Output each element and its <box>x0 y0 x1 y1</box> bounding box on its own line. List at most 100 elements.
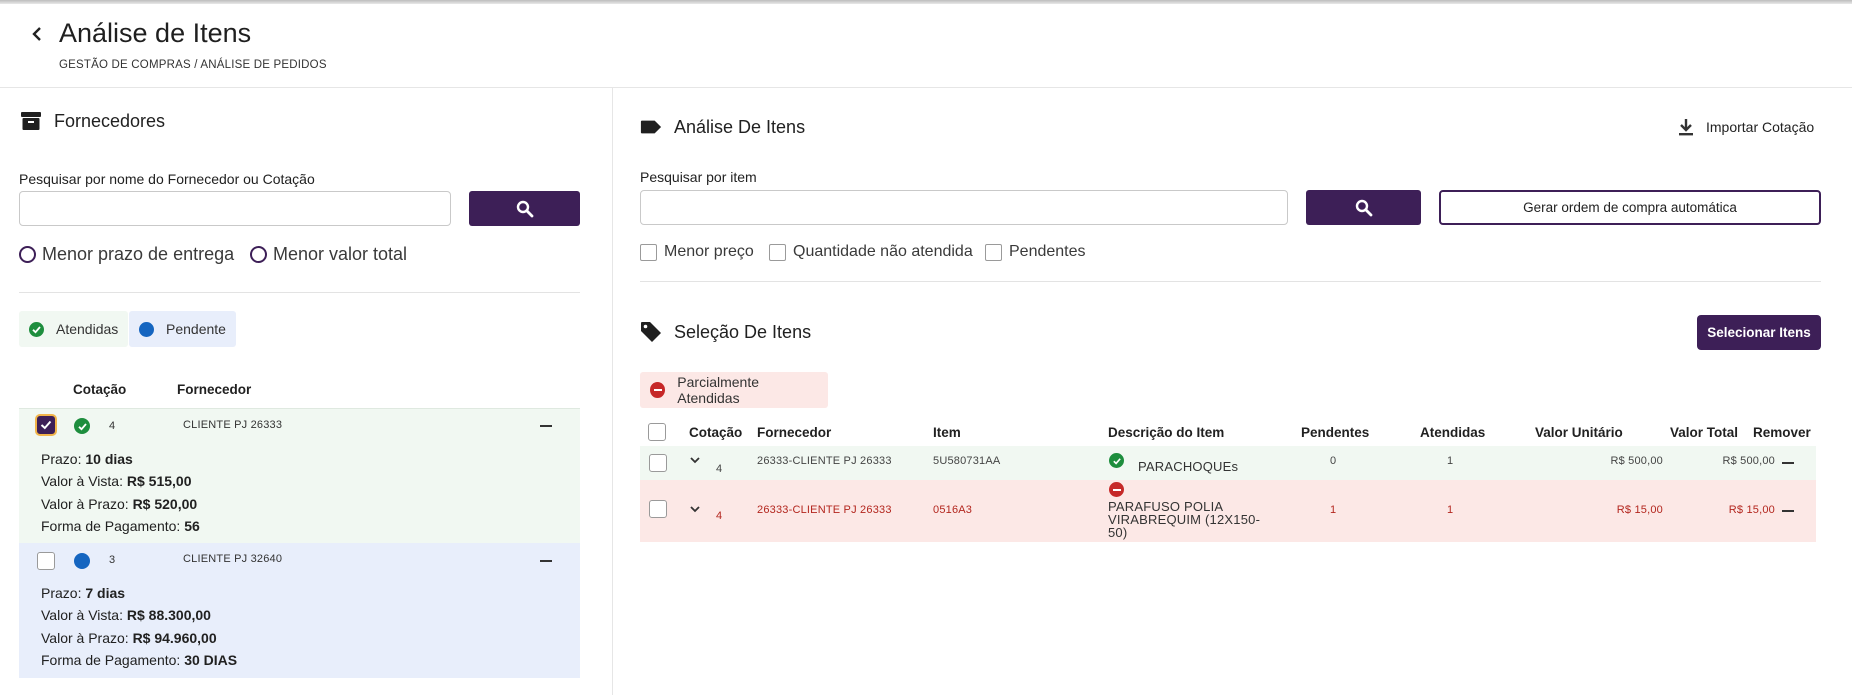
download-icon <box>1679 119 1693 136</box>
supplier-search-label: Pesquisar por nome do Fornecedor ou Cota… <box>19 171 315 187</box>
filter-label: Pendentes <box>1009 243 1086 260</box>
import-quote-label: Importar Cotação <box>1706 119 1815 135</box>
col-header-quote: Cotação <box>73 382 127 397</box>
pending-dot-icon <box>74 553 90 569</box>
radio-circle[interactable] <box>19 246 36 263</box>
left-divider <box>19 292 580 293</box>
remove-row-icon[interactable] <box>1782 462 1794 464</box>
th-total-value: Valor Total <box>1670 425 1739 440</box>
card-quote: 3 <box>109 554 116 566</box>
suppliers-title: Fornecedores <box>54 110 166 131</box>
card-prazo: Prazo: 7 dias <box>41 585 125 601</box>
checkbox[interactable] <box>769 243 786 261</box>
item-search-button[interactable] <box>1306 190 1421 225</box>
aprazo-label: Valor à Prazo: <box>41 630 129 646</box>
chip-pending[interactable]: Pendente <box>129 311 236 347</box>
checkbox[interactable] <box>640 243 657 261</box>
aprazo-value: R$ 94.960,00 <box>132 630 217 646</box>
pending-dot-icon <box>139 321 154 337</box>
cell-unit-value: R$ 500,00 <box>1610 455 1663 467</box>
minus-circle-icon <box>1109 482 1124 497</box>
filter-label: Menor preço <box>664 243 754 260</box>
radio-shortest-delivery[interactable]: Menor prazo de entrega <box>19 244 234 265</box>
expand-chevron-icon[interactable] <box>689 503 703 517</box>
cell-total-value: R$ 500,00 <box>1722 455 1775 467</box>
th-unit-value: Valor Unitário <box>1535 425 1623 440</box>
radio-circle[interactable] <box>250 246 267 263</box>
chevron-left-icon <box>32 27 41 41</box>
radio-label: Menor prazo de entrega <box>42 244 235 264</box>
suppliers-section-header: Fornecedores <box>20 110 165 132</box>
back-button[interactable] <box>30 24 50 48</box>
collapse-minus-icon[interactable] <box>540 425 552 427</box>
th-quote: Cotação <box>689 425 743 440</box>
row-checkbox[interactable] <box>649 500 667 518</box>
chip-partially-attended[interactable]: Parcialmente Atendidas <box>640 372 828 408</box>
prazo-value: 7 dias <box>85 585 126 601</box>
import-quote-button[interactable]: Importar Cotação <box>1678 118 1814 136</box>
cell-pending: 1 <box>1330 504 1337 516</box>
supplier-card[interactable]: 3 CLIENTE PJ 32640 Prazo: 7 dias Valor à… <box>19 543 580 678</box>
vista-label: Valor à Vista: <box>41 473 123 489</box>
card-aprazo: Valor à Prazo: R$ 94.960,00 <box>41 630 217 646</box>
cell-supplier: 26333-CLIENTE PJ 26333 <box>757 455 892 467</box>
check-circle-icon <box>1109 453 1124 468</box>
card-pagamento: Forma de Pagamento: 30 DIAS <box>41 652 237 668</box>
chip-pending-label: Pendente <box>166 321 226 337</box>
vista-value: R$ 88.300,00 <box>126 607 211 623</box>
cell-unit-value: R$ 15,00 <box>1616 504 1663 516</box>
cell-attended: 1 <box>1447 455 1454 467</box>
cell-pending: 0 <box>1330 455 1337 467</box>
remove-row-icon[interactable] <box>1782 510 1794 512</box>
checkmark-icon <box>40 420 52 430</box>
check-circle-icon <box>74 418 90 434</box>
supplier-search-button[interactable] <box>469 191 580 226</box>
cell-quote: 4 <box>716 463 723 475</box>
table-row[interactable]: 4 26333-CLIENTE PJ 26333 0516A3 PARAFUSO… <box>640 480 1816 542</box>
check-circle-icon <box>29 321 44 337</box>
supplier-card-checkbox[interactable] <box>37 416 55 434</box>
card-vista: Valor à Vista: R$ 88.300,00 <box>41 607 211 623</box>
right-divider <box>640 281 1821 282</box>
th-attended: Atendidas <box>1420 425 1486 440</box>
item-search-label: Pesquisar por item <box>640 169 757 185</box>
pag-value: 56 <box>184 518 200 534</box>
select-items-button[interactable]: Selecionar Itens <box>1697 315 1821 350</box>
row-checkbox[interactable] <box>649 454 667 472</box>
tag-icon <box>640 321 662 343</box>
filter-lowest-price[interactable]: Menor preço <box>640 243 754 261</box>
chip-partial-label: Parcialmente Atendidas <box>677 374 759 406</box>
card-vista: Valor à Vista: R$ 515,00 <box>41 473 191 489</box>
aprazo-value: R$ 520,00 <box>132 496 198 512</box>
card-aprazo: Valor à Prazo: R$ 520,00 <box>41 496 197 512</box>
search-icon <box>1355 199 1372 216</box>
prazo-label: Prazo: <box>41 585 82 601</box>
cell-item: 5U580731AA <box>933 455 1001 467</box>
table-row[interactable]: 4 26333-CLIENTE PJ 26333 5U580731AA PARA… <box>640 446 1816 480</box>
item-search-input[interactable] <box>640 190 1288 225</box>
archive-icon <box>20 110 42 132</box>
radio-label: Menor valor total <box>273 244 408 264</box>
filter-pending[interactable]: Pendentes <box>985 243 1086 261</box>
supplier-card-checkbox[interactable] <box>37 552 55 570</box>
select-all-checkbox[interactable] <box>648 423 666 441</box>
supplier-search-input[interactable] <box>19 191 451 226</box>
cell-item: 0516A3 <box>933 504 973 516</box>
label-tag-icon <box>640 116 662 138</box>
cell-supplier: 26333-CLIENTE PJ 26333 <box>757 504 892 516</box>
col-header-supplier: Fornecedor <box>177 382 252 397</box>
pag-label: Forma de Pagamento: <box>41 518 181 534</box>
chip-attended[interactable]: Atendidas <box>19 311 129 347</box>
expand-chevron-icon[interactable] <box>689 454 703 468</box>
th-pending: Pendentes <box>1301 425 1370 440</box>
checkbox[interactable] <box>985 243 1002 261</box>
cell-description: PARAFUSO POLIA VIRABREQUIM (12X150-50) <box>1108 499 1261 540</box>
breadcrumb: GESTÃO DE COMPRAS / ANÁLISE DE PEDIDOS <box>59 59 327 71</box>
collapse-minus-icon[interactable] <box>540 560 552 562</box>
supplier-card[interactable]: 4 CLIENTE PJ 26333 Prazo: 10 dias Valor … <box>19 408 580 543</box>
radio-lowest-total[interactable]: Menor valor total <box>250 244 407 265</box>
vista-label: Valor à Vista: <box>41 607 123 623</box>
card-prazo: Prazo: 10 dias <box>41 451 133 467</box>
auto-purchase-order-button[interactable]: Gerar ordem de compra automática <box>1439 190 1821 225</box>
filter-unmet-quantity[interactable]: Quantidade não atendida <box>769 243 973 261</box>
